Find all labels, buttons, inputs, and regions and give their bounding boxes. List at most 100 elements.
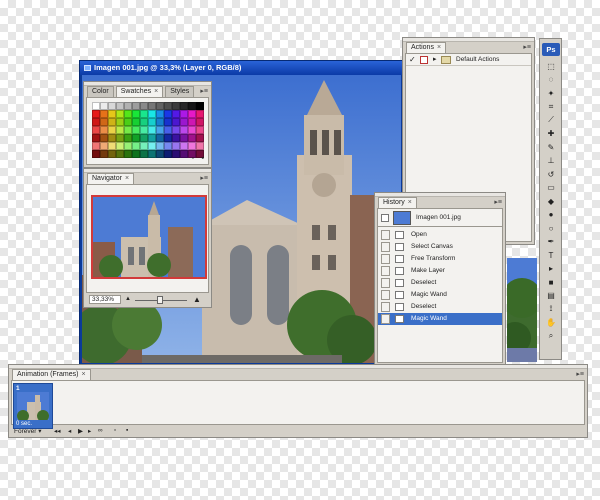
swatch[interactable] bbox=[92, 118, 100, 126]
blur-icon[interactable]: ● bbox=[545, 210, 557, 220]
swatch[interactable] bbox=[124, 134, 132, 142]
notes-icon[interactable]: ▤ bbox=[545, 291, 557, 301]
swatch[interactable] bbox=[116, 150, 124, 158]
swatch[interactable] bbox=[116, 134, 124, 142]
swatch[interactable] bbox=[92, 150, 100, 158]
swatches-grid[interactable] bbox=[92, 102, 204, 158]
swatch[interactable] bbox=[124, 126, 132, 134]
swatch[interactable] bbox=[180, 126, 188, 134]
swatch[interactable] bbox=[148, 142, 156, 150]
swatch[interactable] bbox=[164, 142, 172, 150]
history-brush-source-icon[interactable] bbox=[381, 242, 390, 252]
tab-history[interactable]: History × bbox=[378, 197, 417, 208]
swatch[interactable] bbox=[188, 110, 196, 118]
swatch[interactable] bbox=[140, 150, 148, 158]
first-frame-icon[interactable]: ◂◂ bbox=[54, 427, 61, 435]
history-brush-source-icon[interactable] bbox=[381, 230, 390, 240]
swatch[interactable] bbox=[180, 134, 188, 142]
toolbox[interactable]: Ps ⬚ ◌ ✦ ⌗ ⟋ ✚ ✎ ⊥ ↺ ▭ ◆ ● ○ ✒ T ▸ ■ ▤ ⟟ ✋ ⌕ bbox=[539, 38, 562, 360]
history-brush-source-icon[interactable] bbox=[381, 254, 390, 264]
swatch[interactable] bbox=[124, 110, 132, 118]
tab-navigator[interactable]: Navigator × bbox=[87, 173, 135, 184]
swatch[interactable] bbox=[108, 142, 116, 150]
swatch[interactable] bbox=[196, 134, 204, 142]
swatch[interactable] bbox=[172, 134, 180, 142]
swatch[interactable] bbox=[140, 110, 148, 118]
swatch[interactable] bbox=[188, 134, 196, 142]
swatch[interactable] bbox=[140, 134, 148, 142]
bucket-icon[interactable]: ◆ bbox=[545, 196, 557, 206]
tab-swatches[interactable]: Swatches × bbox=[115, 86, 164, 97]
swatch[interactable] bbox=[188, 118, 196, 126]
swatch[interactable] bbox=[180, 102, 188, 110]
swatch[interactable] bbox=[92, 110, 100, 118]
healing-icon[interactable]: ✚ bbox=[545, 129, 557, 139]
swatch[interactable] bbox=[172, 150, 180, 158]
panel-menu-icon[interactable]: ▸≡ bbox=[200, 174, 208, 182]
navigator-preview[interactable] bbox=[91, 195, 207, 279]
tab-styles[interactable]: Styles bbox=[165, 86, 195, 97]
ps-logo[interactable]: Ps bbox=[542, 43, 560, 56]
close-icon[interactable]: × bbox=[437, 44, 441, 51]
swatches-panel[interactable]: Color Swatches × Styles ▸≡ ▫ ▪ bbox=[83, 81, 212, 168]
swatch[interactable] bbox=[164, 102, 172, 110]
history-step[interactable]: Magic Wand bbox=[378, 289, 502, 301]
swatch[interactable] bbox=[140, 126, 148, 134]
document-title-bar[interactable]: Imagen 001.jpg @ 33,3% (Layer 0, RGB/8) bbox=[80, 61, 403, 75]
history-step[interactable]: Deselect bbox=[378, 301, 502, 313]
swatch[interactable] bbox=[124, 118, 132, 126]
swatch[interactable] bbox=[124, 142, 132, 150]
crop-icon[interactable]: ⌗ bbox=[545, 102, 557, 112]
swatch[interactable] bbox=[148, 134, 156, 142]
swatch[interactable] bbox=[196, 110, 204, 118]
swatch[interactable] bbox=[108, 118, 116, 126]
dodge-icon[interactable]: ○ bbox=[545, 223, 557, 233]
swatch[interactable] bbox=[100, 150, 108, 158]
close-icon[interactable]: × bbox=[125, 175, 129, 182]
stamp-icon[interactable]: ⊥ bbox=[545, 156, 557, 166]
eraser-icon[interactable]: ▭ bbox=[545, 183, 557, 193]
navigator-panel[interactable]: Navigator × ▸≡ 33,33% ▲ ▲ bbox=[83, 168, 212, 308]
swatch[interactable] bbox=[108, 126, 116, 134]
history-step[interactable]: Deselect bbox=[378, 277, 502, 289]
swatch[interactable] bbox=[188, 126, 196, 134]
swatch[interactable] bbox=[92, 142, 100, 150]
hand-icon[interactable]: ✋ bbox=[545, 318, 557, 328]
history-panel[interactable]: History × ▸≡ Imagen 001.jpg Open Select Ca… bbox=[374, 192, 506, 366]
swatch[interactable] bbox=[140, 142, 148, 150]
marquee-icon[interactable]: ⬚ bbox=[545, 61, 557, 71]
action-set-row[interactable]: ✓ ▸ Default Actions bbox=[406, 54, 531, 66]
swatch[interactable] bbox=[116, 118, 124, 126]
magic-wand-icon[interactable]: ✦ bbox=[545, 88, 557, 98]
frame-delay[interactable]: 0 sec. bbox=[16, 421, 32, 427]
history-step[interactable]: Open bbox=[378, 229, 502, 241]
swatch[interactable] bbox=[100, 102, 108, 110]
dialog-toggle-icon[interactable] bbox=[420, 56, 428, 64]
prev-frame-icon[interactable]: ◂ bbox=[68, 427, 71, 435]
swatch[interactable] bbox=[196, 142, 204, 150]
swatch[interactable] bbox=[108, 134, 116, 142]
swatch[interactable] bbox=[156, 126, 164, 134]
swatch[interactable] bbox=[164, 126, 172, 134]
swatch[interactable] bbox=[148, 118, 156, 126]
brush-icon[interactable]: ✎ bbox=[545, 142, 557, 152]
play-icon[interactable]: ▶ bbox=[78, 427, 83, 435]
swatch[interactable] bbox=[196, 126, 204, 134]
panel-menu-icon[interactable]: ▸≡ bbox=[200, 87, 208, 95]
swatch[interactable] bbox=[132, 118, 140, 126]
type-icon[interactable]: T bbox=[545, 250, 557, 260]
history-step[interactable]: Free Transform bbox=[378, 253, 502, 265]
tab-color[interactable]: Color bbox=[87, 86, 114, 97]
swatch[interactable] bbox=[180, 142, 188, 150]
swatch[interactable] bbox=[148, 126, 156, 134]
swatch[interactable] bbox=[172, 110, 180, 118]
close-icon[interactable]: × bbox=[154, 88, 158, 95]
shape-icon[interactable]: ■ bbox=[545, 277, 557, 287]
slice-icon[interactable]: ⟋ bbox=[545, 115, 557, 125]
swatch[interactable] bbox=[148, 150, 156, 158]
swatch[interactable] bbox=[116, 142, 124, 150]
close-icon[interactable]: × bbox=[408, 199, 412, 206]
swatch[interactable] bbox=[92, 126, 100, 134]
panel-menu-icon[interactable]: ▸≡ bbox=[523, 43, 531, 51]
swatch[interactable] bbox=[164, 118, 172, 126]
